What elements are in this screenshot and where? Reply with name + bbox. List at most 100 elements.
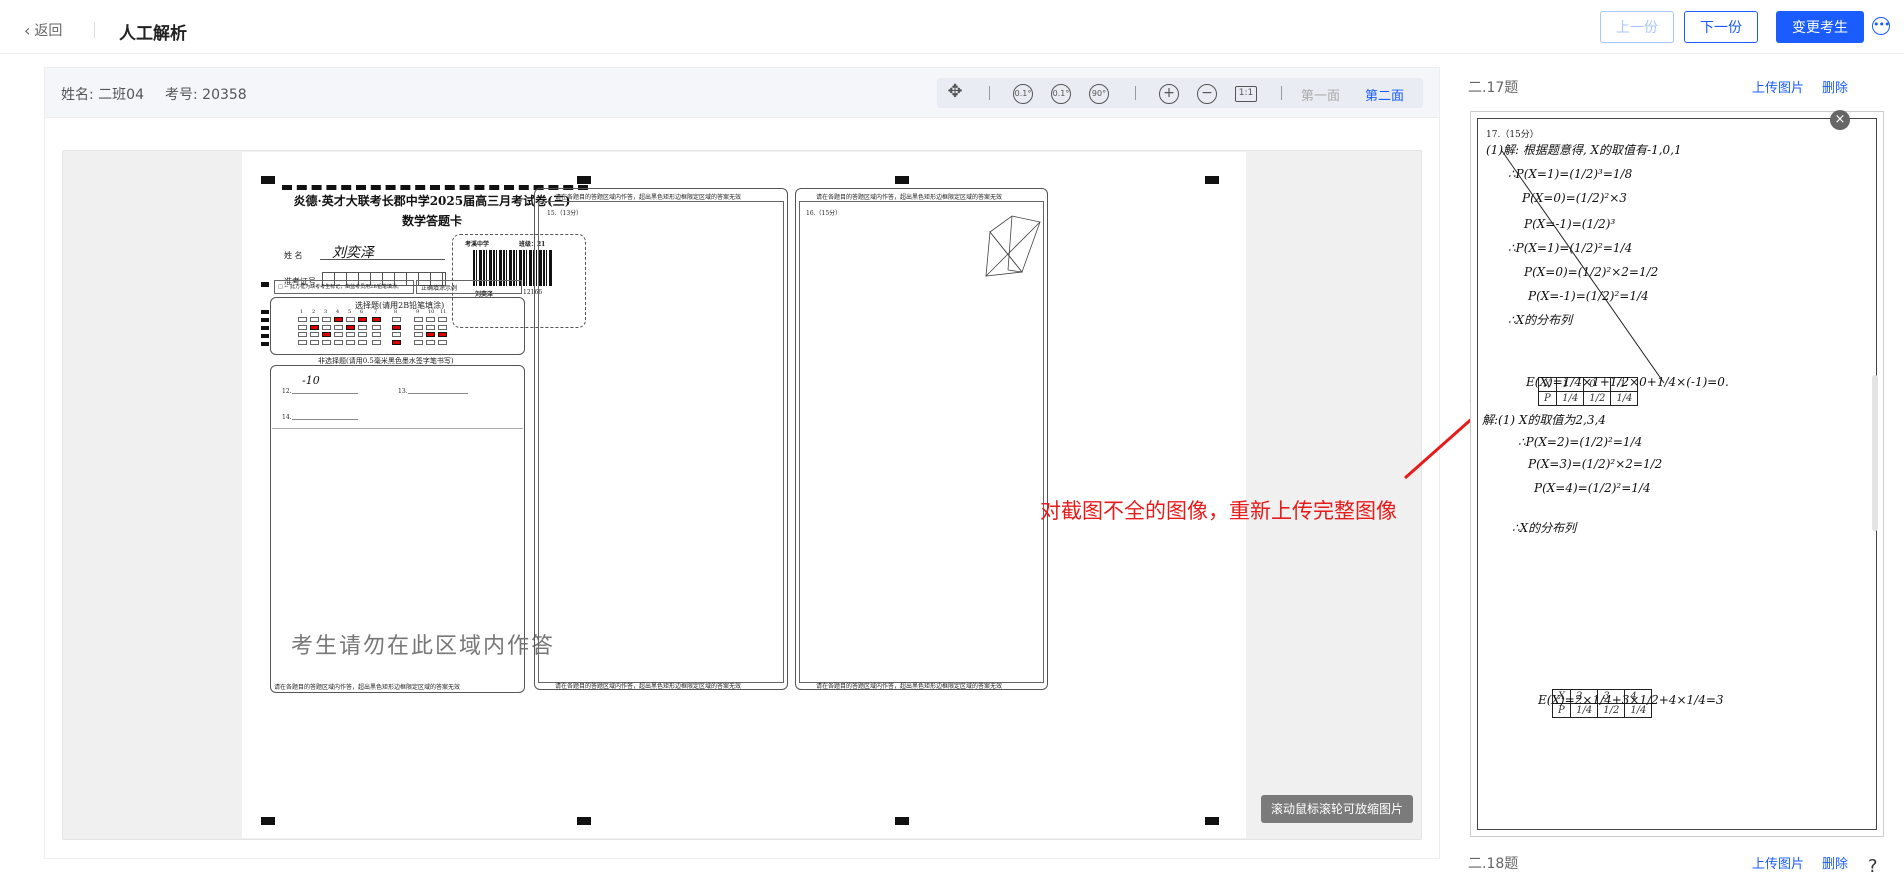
rotate-90-icon[interactable]: 90°: [1089, 84, 1109, 104]
close-icon[interactable]: ×: [1830, 110, 1850, 130]
col3-bottom-notice: 请在各题目的答题区域内作答，超出黑色矩形边框限定区域的答案无效: [816, 683, 1003, 690]
handwriting-line: (1)解: 根据题意得, X的取值有-1,0,1: [1486, 143, 1682, 157]
q17-answer-image[interactable]: 17.（15分） X 1 0 -1 P 1/4 1/2 1/4 X 2 3 4 P 1/4 1/2 1/4 …: [1470, 111, 1884, 837]
help-icon[interactable]: ?: [1868, 856, 1878, 877]
choice-bubble: [414, 324, 423, 330]
face-one-tab[interactable]: 第一面: [1301, 85, 1340, 104]
timing-mark: [261, 342, 269, 346]
actual-size-icon[interactable]: 1:1: [1235, 86, 1257, 102]
choice-bubble: [426, 324, 435, 330]
zoom-tip: 滚动鼠标滚轮可放缩图片: [1261, 795, 1413, 823]
choice-bubble: [346, 324, 355, 330]
q14-line: [292, 419, 358, 420]
handwriting-line: E(X)=1/4×1+1/2×0+1/4×(-1)=0.: [1526, 375, 1729, 389]
choice-bubble: [310, 317, 319, 322]
choice-bubble: [414, 317, 423, 322]
choice-bubble: [372, 332, 381, 337]
handwriting-line: P(X=0)=(1/2)²×3: [1522, 191, 1627, 205]
choice-number: 1: [300, 309, 304, 315]
table-cell: P: [1537, 391, 1558, 406]
zoom-out-icon[interactable]: −: [1197, 84, 1217, 104]
handwriting-line: ∴P(X=2)=(1/2)²=1/4: [1518, 435, 1643, 449]
choice-bubble: [346, 317, 355, 322]
choice-bubble: [392, 339, 401, 345]
chevron-left-icon: ‹: [24, 20, 31, 40]
choice-bubble: [372, 339, 381, 345]
col3-top-notice: 请在各题目的答题区域内作答，超出黑色矩形边框限定区域的答案无效: [816, 194, 1003, 201]
choice-bubble: [298, 324, 307, 330]
handwriting-line: P(X=-1)=(1/2)²=1/4: [1528, 289, 1649, 303]
choice-bubble: [426, 317, 435, 322]
choice-bubble: [438, 317, 447, 322]
locator-mark: [895, 817, 909, 825]
choice-bubble: [346, 339, 355, 345]
scrollbar[interactable]: [1872, 375, 1878, 531]
change-student-button[interactable]: 变更考生: [1776, 11, 1864, 43]
locator-mark: [577, 817, 591, 825]
q14-label: 14.: [282, 414, 292, 421]
annotation-text: 对截图不全的图像，重新上传完整图像: [1040, 499, 1397, 523]
choice-bubble: [298, 339, 307, 345]
move-icon[interactable]: ✥: [945, 83, 965, 103]
page-title: 人工解析: [119, 24, 187, 44]
image-toolbar: ✥ 0.1° 0.1° 90° + − 1:1 第一面 第二面: [937, 78, 1423, 108]
toolbar-divider: [989, 86, 990, 100]
back-button[interactable]: ‹ 返回: [24, 20, 62, 40]
choice-bubble: [414, 332, 423, 337]
choice-bubble: [310, 339, 319, 345]
q18-label: 二.18题: [1468, 856, 1519, 872]
q17-upload-button[interactable]: 上传图片: [1752, 77, 1804, 96]
more-icon[interactable]: •••: [1872, 17, 1890, 35]
rotate-right-icon[interactable]: 0.1°: [1051, 84, 1071, 104]
choice-number: 3: [324, 309, 328, 315]
handwriting-line: ∴X的分布列: [1512, 521, 1577, 535]
choice-bubble: [310, 332, 319, 337]
choice-bubble: [392, 317, 401, 322]
choice-bubble: [358, 332, 367, 337]
rotate-left-icon[interactable]: 0.1°: [1013, 84, 1033, 104]
q17-head: 17.（15分）: [1486, 130, 1539, 140]
choice-bubble: [414, 339, 423, 345]
choice-bubble: [392, 332, 401, 337]
no-answer-zone: 考生请勿在此区域内作答: [291, 634, 556, 659]
q13-line: [408, 393, 468, 394]
choice-number: 8: [394, 309, 398, 315]
back-label: 返回: [34, 23, 63, 39]
choice-bubble: [322, 332, 331, 337]
locator-mark: [895, 176, 909, 184]
name-label: 姓 名: [284, 251, 303, 260]
handwriting-line: P(X=-1)=(1/2)³: [1524, 217, 1616, 231]
q18-upload-button[interactable]: 上传图片: [1752, 853, 1804, 872]
choice-bubble: [334, 317, 343, 322]
face-two-tab[interactable]: 第二面: [1365, 85, 1404, 104]
choice-bubble: [334, 332, 343, 337]
next-button[interactable]: 下一份: [1684, 11, 1758, 43]
q18-delete-button[interactable]: 删除: [1822, 853, 1848, 872]
table-cell: 1/4: [1556, 391, 1585, 406]
choice-bubble: [392, 324, 401, 330]
prev-button[interactable]: 上一份: [1600, 11, 1674, 43]
locator-mark: [261, 817, 275, 825]
handwriting-line: P(X=0)=(1/2)²×2=1/2: [1524, 265, 1659, 279]
zoom-in-icon[interactable]: +: [1159, 84, 1179, 104]
timing-mark: [261, 318, 269, 322]
section-divider: [272, 428, 523, 429]
locator-mark: [261, 176, 275, 184]
choice-bubble: [298, 332, 307, 337]
q16-label: 16.（15分）: [806, 210, 842, 217]
handwriting-line: P(X=4)=(1/2)²=1/4: [1534, 481, 1651, 495]
timing-mark: [261, 326, 269, 330]
choice-number: 10: [428, 309, 435, 315]
choice-bubble: [310, 324, 319, 330]
choice-bubble: [322, 324, 331, 330]
choice-bubble: [334, 339, 343, 345]
locator-mark: [1205, 176, 1219, 184]
handwriting-line: ∴P(X=1)=(1/2)²=1/4: [1508, 241, 1633, 255]
q17-delete-button[interactable]: 删除: [1822, 77, 1848, 96]
handwriting-line: E(X)=2×1/4+3×1/2+4×1/4=3: [1538, 693, 1724, 707]
choice-number: 4: [336, 309, 340, 315]
q17-label: 二.17题: [1468, 80, 1519, 96]
toolbar-divider: [1135, 86, 1136, 100]
header-divider: [94, 22, 95, 38]
choice-bubble: [298, 317, 307, 322]
